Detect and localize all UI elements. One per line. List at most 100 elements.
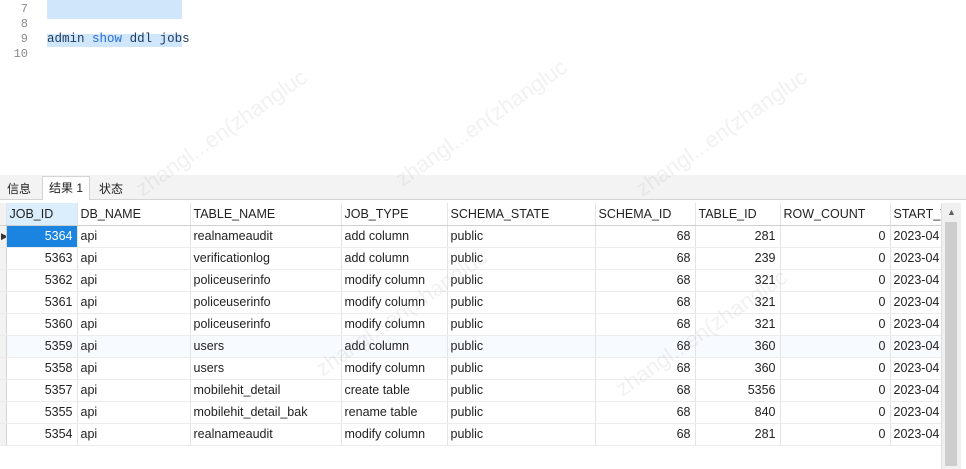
table-cell[interactable]: api — [77, 313, 191, 336]
table-cell[interactable]: modify column — [341, 313, 448, 336]
table-cell[interactable]: realnameaudit — [190, 423, 342, 446]
table-cell[interactable]: public — [447, 291, 596, 314]
table-cell[interactable]: public — [447, 269, 596, 292]
table-cell[interactable]: 68 — [595, 225, 696, 248]
table-cell[interactable]: modify column — [341, 269, 448, 292]
table-cell[interactable]: mobilehit_detail — [190, 379, 342, 402]
table-row[interactable]: 5358 api users modify column public 68 360 0 202… — [0, 357, 951, 380]
table-cell[interactable]: 281 — [695, 225, 781, 248]
row-header[interactable] — [0, 269, 7, 292]
table-row[interactable]: ▶5364apirealnameauditadd columnpublic682… — [0, 225, 951, 248]
table-cell[interactable]: modify column — [341, 423, 448, 446]
result-grid[interactable]: JOB_ID DB_NAME TABLE_NAME JOB_TYPE SCHEM… — [0, 203, 966, 469]
table-cell[interactable]: modify column — [341, 291, 448, 314]
column-header[interactable]: ROW_COUNT — [780, 203, 891, 226]
table-cell[interactable]: create table — [341, 379, 448, 402]
row-header[interactable] — [0, 335, 7, 358]
table-cell[interactable]: 5356 — [695, 379, 781, 402]
table-cell[interactable]: 5359 — [6, 335, 78, 358]
table-row[interactable]: 5357 api mobilehit_detail create table publi… — [0, 379, 951, 402]
table-cell[interactable]: 5362 — [6, 269, 78, 292]
table-cell[interactable]: add column — [341, 247, 448, 270]
column-header[interactable]: TABLE_ID — [695, 203, 781, 226]
table-cell[interactable]: 0 — [780, 313, 891, 336]
table-row[interactable]: 5363 api verificationlog add column public 68… — [0, 247, 951, 270]
table-cell[interactable]: 840 — [695, 401, 781, 424]
table-cell[interactable]: 0 — [780, 357, 891, 380]
table-cell[interactable]: policeuserinfo — [190, 269, 342, 292]
table-row[interactable]: 5355 api mobilehit_detail_bak rename table p… — [0, 401, 951, 424]
table-cell[interactable]: 5363 — [6, 247, 78, 270]
table-cell[interactable]: rename table — [341, 401, 448, 424]
row-header[interactable]: ▶ — [0, 225, 7, 248]
column-header[interactable]: TABLE_NAME — [190, 203, 342, 226]
table-cell[interactable]: 5364 — [6, 225, 78, 248]
row-header[interactable] — [0, 291, 7, 314]
row-header[interactable] — [0, 313, 7, 336]
table-cell[interactable]: 68 — [595, 401, 696, 424]
table-row[interactable]: 5359 api users add column public 68 360 0 2023-0… — [0, 335, 951, 358]
table-cell[interactable]: public — [447, 247, 596, 270]
table-cell[interactable]: 239 — [695, 247, 781, 270]
table-cell[interactable]: 5355 — [6, 401, 78, 424]
sql-editor[interactable]: 7 8 9 10 admin show ddl jobs — [0, 0, 966, 168]
table-cell[interactable]: public — [447, 313, 596, 336]
table-cell[interactable]: 68 — [595, 291, 696, 314]
table-cell[interactable]: 0 — [780, 401, 891, 424]
column-header[interactable]: JOB_TYPE — [341, 203, 448, 226]
table-cell[interactable]: 321 — [695, 269, 781, 292]
table-cell[interactable]: policeuserinfo — [190, 313, 342, 336]
table-cell[interactable]: 5361 — [6, 291, 78, 314]
table-cell[interactable]: api — [77, 401, 191, 424]
table-cell[interactable]: realnameaudit — [190, 225, 342, 248]
table-cell[interactable]: 321 — [695, 291, 781, 314]
table-cell[interactable]: 321 — [695, 313, 781, 336]
table-cell[interactable]: api — [77, 335, 191, 358]
table-cell[interactable]: 0 — [780, 247, 891, 270]
row-header[interactable] — [0, 247, 7, 270]
table-cell[interactable]: public — [447, 423, 596, 446]
table-cell[interactable]: api — [77, 269, 191, 292]
column-header[interactable]: SCHEMA_STATE — [447, 203, 596, 226]
table-cell[interactable]: api — [77, 379, 191, 402]
table-row[interactable]: 5361 api policeuserinfo modify column public… — [0, 291, 951, 314]
column-header[interactable]: DB_NAME — [77, 203, 191, 226]
table-cell[interactable]: api — [77, 291, 191, 314]
table-cell[interactable]: 281 — [695, 423, 781, 446]
row-header[interactable] — [0, 357, 7, 380]
table-cell[interactable]: users — [190, 357, 342, 380]
table-row[interactable]: 5360 api policeuserinfo modify column public… — [0, 313, 951, 336]
table-cell[interactable]: verificationlog — [190, 247, 342, 270]
tab-info[interactable]: 信息 — [0, 177, 38, 199]
table-cell[interactable]: add column — [341, 335, 448, 358]
table-cell[interactable]: 68 — [595, 379, 696, 402]
table-cell[interactable]: api — [77, 247, 191, 270]
table-cell[interactable]: 360 — [695, 335, 781, 358]
row-header[interactable] — [0, 423, 7, 446]
table-cell[interactable]: 0 — [780, 423, 891, 446]
table-cell[interactable]: 360 — [695, 357, 781, 380]
table-cell[interactable]: 68 — [595, 423, 696, 446]
table-cell[interactable]: public — [447, 379, 596, 402]
table-cell[interactable]: 0 — [780, 291, 891, 314]
table-cell[interactable]: 5360 — [6, 313, 78, 336]
table-cell[interactable]: 0 — [780, 225, 891, 248]
table-cell[interactable]: 68 — [595, 269, 696, 292]
table-cell[interactable]: public — [447, 401, 596, 424]
scroll-up-arrow-icon[interactable]: ▲ — [942, 203, 961, 221]
table-cell[interactable]: public — [447, 225, 596, 248]
row-header[interactable] — [0, 401, 7, 424]
table-cell[interactable]: modify column — [341, 357, 448, 380]
row-header[interactable] — [0, 379, 7, 402]
table-cell[interactable]: users — [190, 335, 342, 358]
table-cell[interactable]: public — [447, 335, 596, 358]
table-row[interactable]: 5354 api realnameaudit modify column public 6… — [0, 423, 951, 446]
table-cell[interactable]: api — [77, 357, 191, 380]
table-cell[interactable]: 0 — [780, 269, 891, 292]
table-cell[interactable]: 0 — [780, 379, 891, 402]
table-row[interactable]: 5362 api policeuserinfo modify column public… — [0, 269, 951, 292]
tab-result-1[interactable]: 结果 1 — [42, 176, 91, 200]
vertical-scrollbar[interactable]: ▲ — [941, 203, 961, 469]
table-cell[interactable]: mobilehit_detail_bak — [190, 401, 342, 424]
table-cell[interactable]: policeuserinfo — [190, 291, 342, 314]
